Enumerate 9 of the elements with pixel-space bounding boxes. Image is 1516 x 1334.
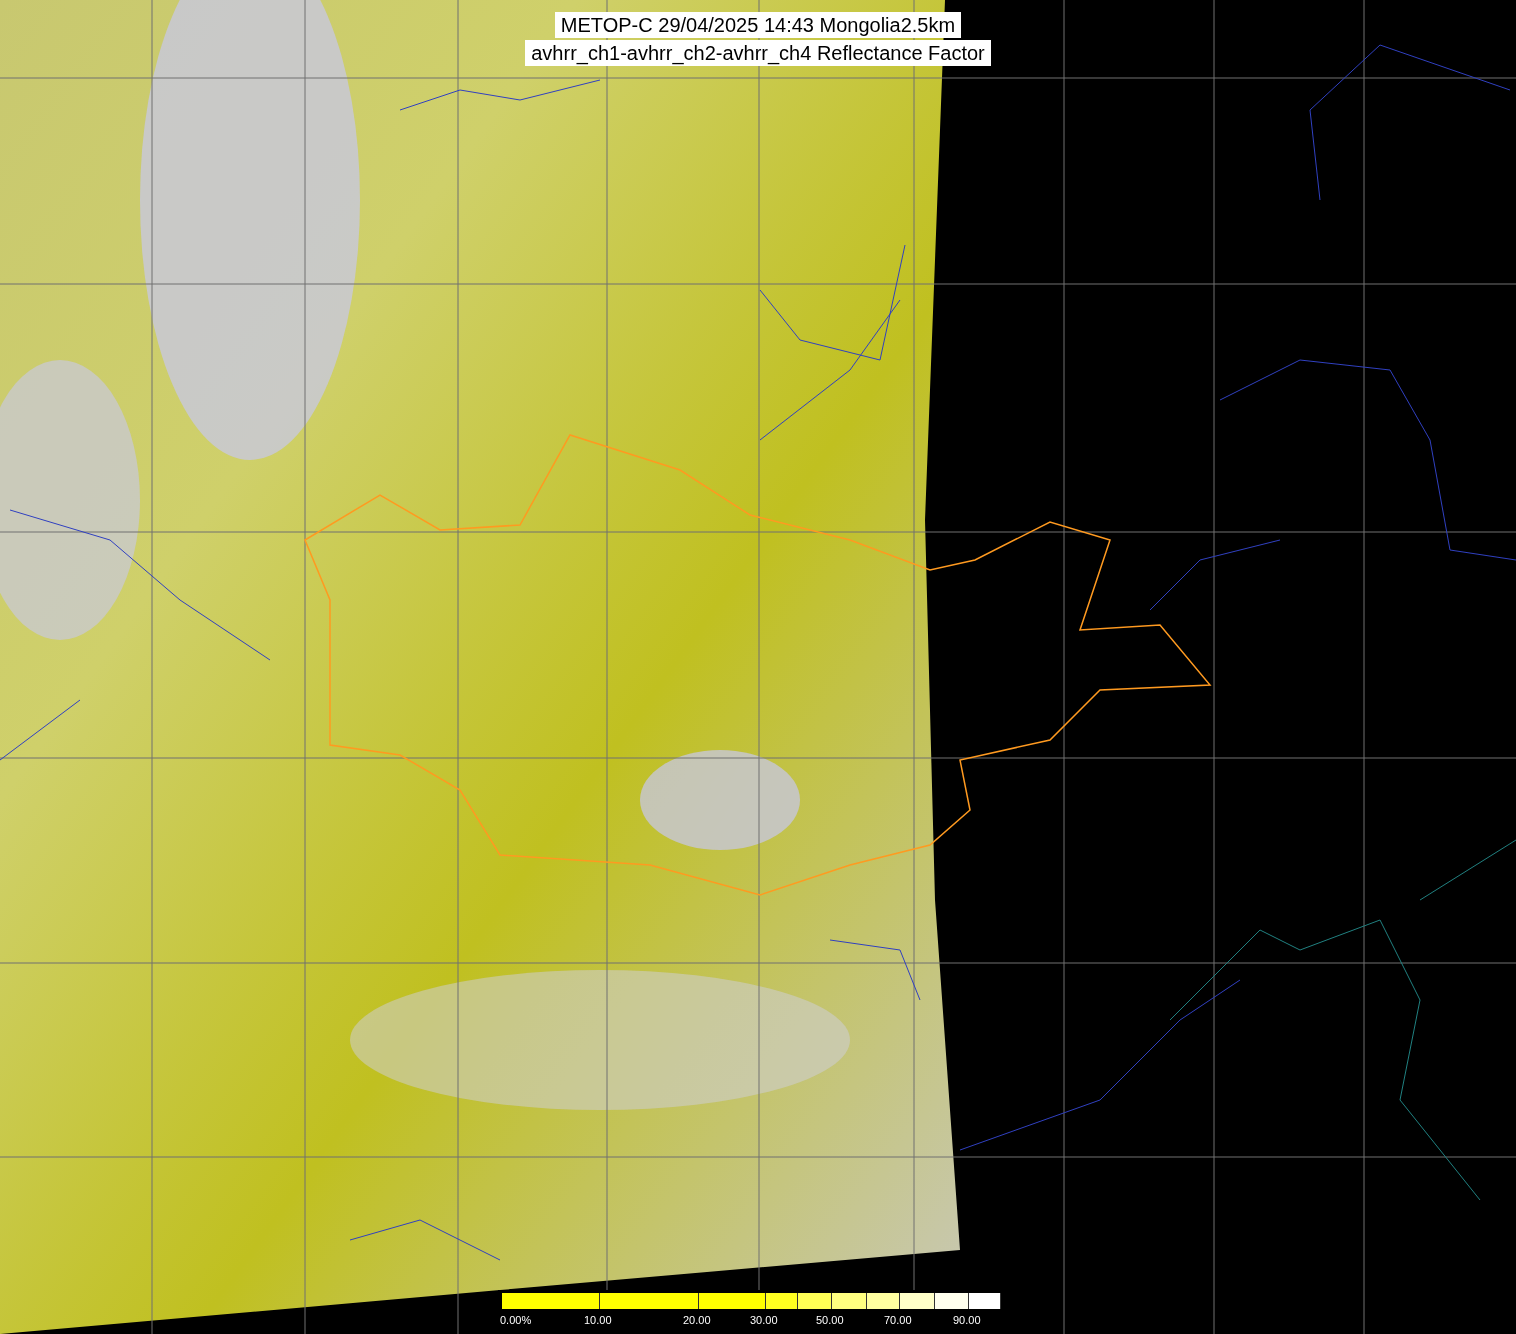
colorbar-label: 10.00 [584,1314,612,1326]
map-title: avhrr_ch1-avhrr_ch2-avhrr_ch4 Reflectance Factor [525,40,991,66]
colorbar-label: 30.00 [750,1314,778,1326]
colorbar-label: 70.00 [884,1314,912,1326]
colorbar-label: 50.00 [816,1314,844,1326]
colorbar-label: 20.00 [683,1314,711,1326]
colorbar-label: 90.00 [953,1314,981,1326]
colorbar-label: 0.00% [500,1314,532,1326]
map-title: METOP-C 29/04/2025 14:43 Mongolia2.5km [554,12,962,38]
